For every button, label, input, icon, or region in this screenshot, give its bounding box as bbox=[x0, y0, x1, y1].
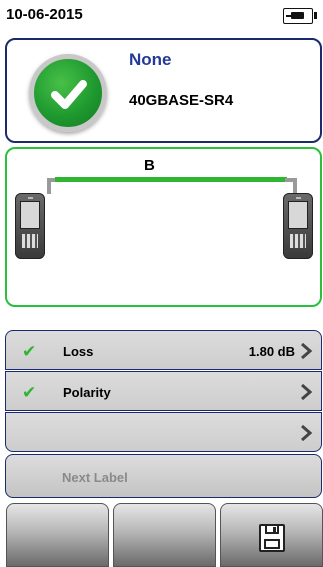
result-id: None bbox=[129, 50, 172, 69]
softkey-1[interactable] bbox=[6, 503, 109, 567]
save-icon bbox=[259, 524, 285, 552]
chevron-right-icon bbox=[301, 342, 313, 360]
measurement-label: Loss bbox=[63, 344, 94, 359]
test-standard: 40GBASE-SR4 bbox=[129, 92, 234, 109]
pass-check-icon: ✔ bbox=[22, 342, 37, 361]
measurement-row-polarity[interactable]: ✔ Polarity bbox=[5, 371, 322, 411]
cable-label: B bbox=[144, 157, 155, 174]
cable-lead-right bbox=[293, 178, 297, 194]
battery-plug-icon bbox=[283, 8, 317, 24]
chevron-right-icon bbox=[301, 383, 313, 401]
next-label-bar[interactable]: Next Label bbox=[5, 454, 322, 498]
measurement-label: Polarity bbox=[63, 385, 111, 400]
cable-lead-left bbox=[47, 178, 51, 194]
next-label-text: Next Label bbox=[62, 470, 128, 485]
tester-device-icon bbox=[283, 193, 313, 259]
measurement-row-empty[interactable] bbox=[5, 412, 322, 452]
tester-device-icon bbox=[15, 193, 45, 259]
fiber-cable bbox=[55, 177, 287, 182]
softkey-2[interactable] bbox=[113, 503, 216, 567]
date-display: 10-06-2015 bbox=[6, 6, 83, 23]
save-button[interactable] bbox=[220, 503, 323, 567]
chevron-right-icon bbox=[301, 424, 313, 442]
check-icon bbox=[51, 80, 87, 109]
pass-check-icon: ✔ bbox=[22, 383, 37, 402]
status-bar: 10-06-2015 bbox=[0, 0, 323, 34]
link-diagram-card[interactable]: B bbox=[5, 147, 322, 307]
pass-badge bbox=[29, 54, 107, 132]
result-summary-card[interactable]: None 40GBASE-SR4 bbox=[5, 38, 322, 143]
measurement-row-loss[interactable]: ✔ Loss 1.80 dB bbox=[5, 330, 322, 370]
measurement-value: 1.80 dB bbox=[248, 344, 295, 359]
